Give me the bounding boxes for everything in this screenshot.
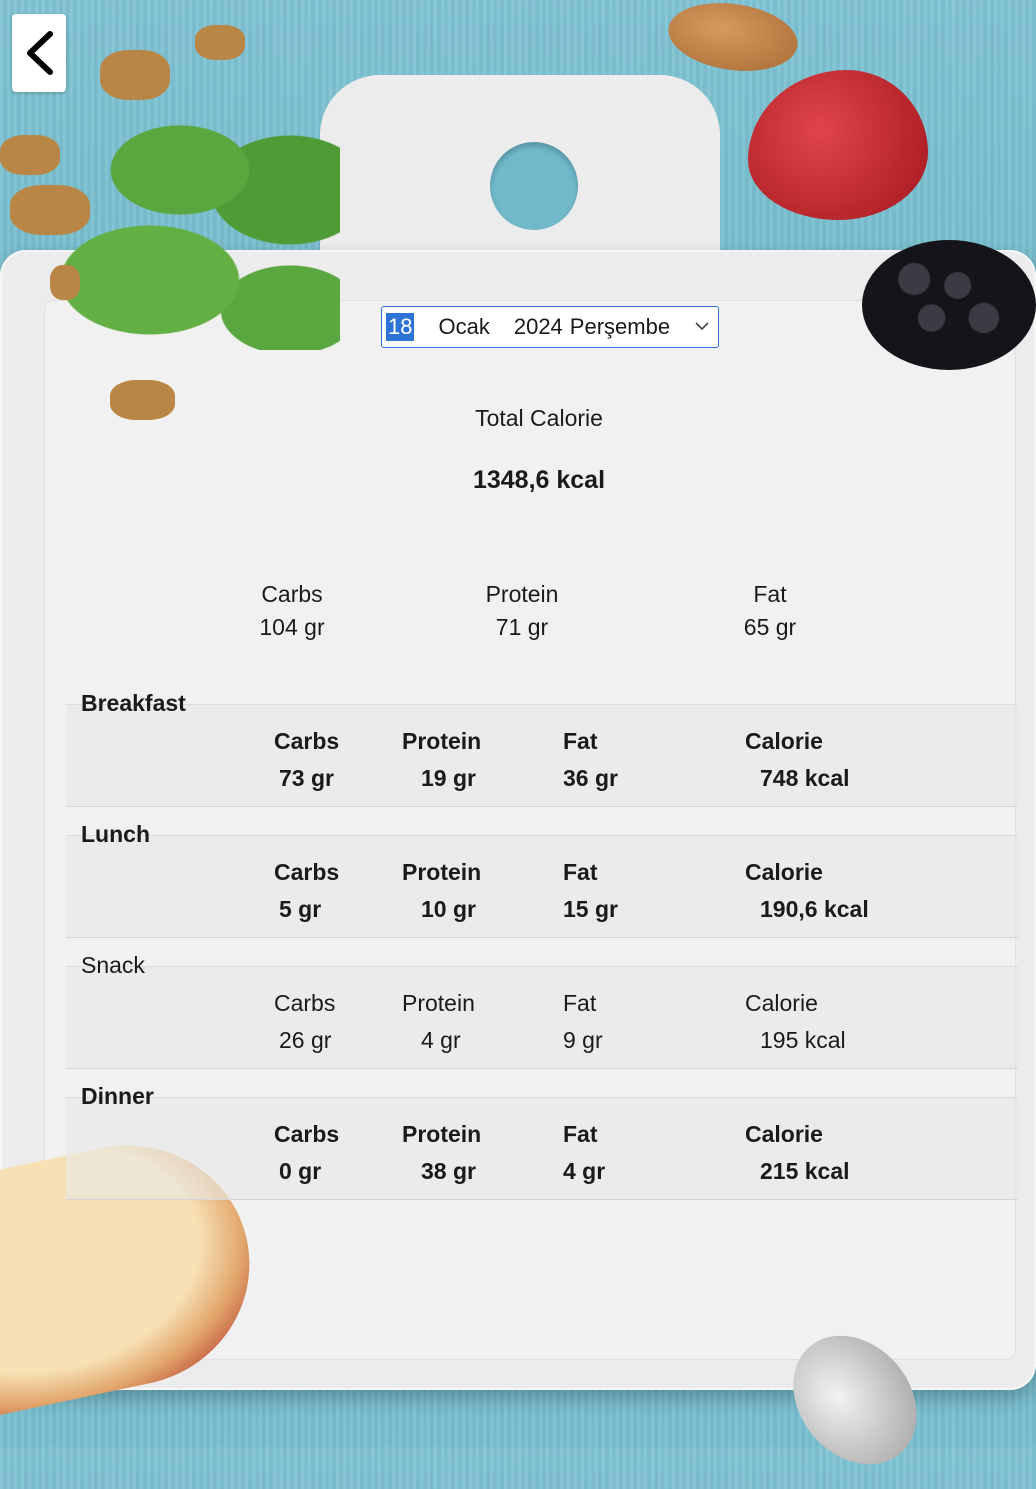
meal-fat-value: 36 gr <box>563 765 618 791</box>
meal-title: Breakfast <box>81 690 186 716</box>
meal-fat-value: 4 gr <box>563 1158 606 1184</box>
date-day[interactable]: 18 <box>386 313 415 341</box>
total-calorie-label: Total Calorie <box>475 405 603 431</box>
meal-carbs-value: 0 gr <box>279 1158 322 1184</box>
meal-protein-value: 4 gr <box>421 1027 461 1053</box>
chevron-left-icon <box>27 31 53 75</box>
meal-protein-label: Protein <box>402 728 482 754</box>
meal-row-band <box>66 704 1018 807</box>
macro-label: Carbs <box>261 581 323 607</box>
blackberry-image <box>862 240 1036 370</box>
back-button[interactable] <box>12 14 66 92</box>
meal-protein-label: Protein <box>402 1121 482 1147</box>
meal-fat-label: Fat <box>563 728 598 754</box>
board-handle-hole <box>490 142 578 230</box>
macro-label: Protein <box>485 581 559 607</box>
granola-image <box>100 50 170 100</box>
meal-carbs-label: Carbs <box>274 1121 340 1147</box>
date-month[interactable]: Ocak <box>438 314 489 340</box>
meal-snack[interactable]: Snack Carbs Protein Fat Calorie 26 gr 4 … <box>66 952 1018 1096</box>
total-calorie-value: 1348,6 kcal <box>472 466 606 494</box>
granola-image <box>10 185 90 235</box>
meal-calorie-value: 748 kcal <box>760 765 850 791</box>
meal-calorie-label: Calorie <box>745 728 823 754</box>
macro-value: 65 gr <box>743 614 797 640</box>
meal-protein-label: Protein <box>402 990 475 1016</box>
meal-title: Snack <box>81 952 145 978</box>
date-weekday[interactable]: Perşembe <box>570 314 670 340</box>
meal-protein-value: 38 gr <box>421 1158 476 1184</box>
meal-calorie-value: 215 kcal <box>760 1158 850 1184</box>
meal-protein-value: 10 gr <box>421 896 476 922</box>
meal-title: Lunch <box>81 821 150 847</box>
macro-value: 104 gr <box>259 614 325 640</box>
meal-fat-label: Fat <box>563 1121 598 1147</box>
date-year[interactable]: 2024 <box>514 314 563 340</box>
meal-row-band <box>66 1097 1018 1200</box>
meal-lunch[interactable]: Lunch Carbs Protein Fat Calorie 5 gr 10 … <box>66 821 1018 965</box>
meal-carbs-label: Carbs <box>274 859 340 885</box>
meal-protein-value: 19 gr <box>421 765 476 791</box>
meal-calorie-value: 195 kcal <box>760 1027 846 1053</box>
meal-carbs-label: Carbs <box>274 728 340 754</box>
meal-calorie-label: Calorie <box>745 859 823 885</box>
meal-fat-value: 9 gr <box>563 1027 603 1053</box>
meal-carbs-label: Carbs <box>274 990 336 1016</box>
meal-row-band <box>66 966 1018 1069</box>
almond-image <box>664 0 802 79</box>
meal-calorie-label: Calorie <box>745 1121 823 1147</box>
mint-leaves-image <box>60 110 340 350</box>
macro-protein: Protein 71 gr <box>476 578 568 644</box>
date-picker[interactable]: 18 Ocak 2024 Perşembe <box>381 306 719 348</box>
macro-value: 71 gr <box>495 614 549 640</box>
macro-label: Fat <box>753 581 787 607</box>
meal-fat-label: Fat <box>563 859 598 885</box>
chevron-down-icon[interactable] <box>694 318 710 334</box>
meal-protein-label: Protein <box>402 859 482 885</box>
granola-image <box>50 265 80 300</box>
meal-carbs-value: 73 gr <box>279 765 334 791</box>
strawberry-image <box>748 70 928 220</box>
meal-dinner[interactable]: Dinner Carbs Protein Fat Calorie 0 gr 38… <box>66 1083 1018 1227</box>
meal-title: Dinner <box>81 1083 154 1109</box>
meal-carbs-value: 5 gr <box>279 896 322 922</box>
macro-carbs: Carbs 104 gr <box>246 578 338 644</box>
macro-fat: Fat 65 gr <box>724 578 816 644</box>
granola-image <box>195 25 245 60</box>
granola-image <box>0 135 60 175</box>
meal-calorie-label: Calorie <box>745 990 818 1016</box>
meal-fat-value: 15 gr <box>563 896 618 922</box>
meal-calorie-value: 190,6 kcal <box>760 896 869 922</box>
meal-fat-label: Fat <box>563 990 597 1016</box>
meal-row-band <box>66 835 1018 938</box>
meal-breakfast[interactable]: Breakfast Carbs Protein Fat Calorie 73 g… <box>66 690 1018 834</box>
meal-carbs-value: 26 gr <box>279 1027 332 1053</box>
